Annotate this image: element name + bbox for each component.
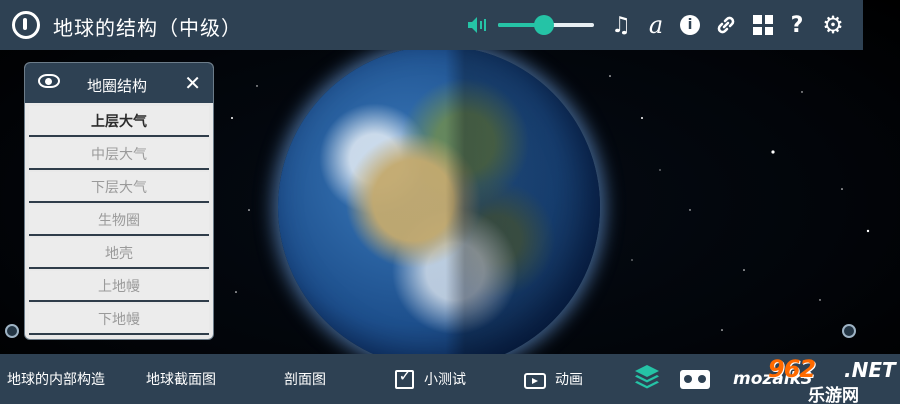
close-icon[interactable]: ✕: [184, 71, 201, 95]
layer-item-crust[interactable]: 地壳: [29, 238, 209, 269]
quiz-label: 小测试: [424, 372, 466, 388]
volume-slider[interactable]: [498, 15, 594, 35]
quiz-check-icon: [393, 366, 415, 390]
top-toolbar: 地球的结构（中级） ♫ a i ? ⚙: [0, 0, 863, 50]
info-glyph: i: [680, 15, 700, 35]
layer-panel: 地圈结构 ✕ 上层大气 中层大气 下层大气 生物圈 地壳 上地幔 下地幔: [24, 62, 214, 340]
info-icon[interactable]: i: [677, 12, 703, 38]
vr-goggles-icon[interactable]: [680, 370, 710, 389]
earth-terminator-shade: [278, 46, 600, 368]
power-icon[interactable]: [12, 11, 40, 39]
eye-icon[interactable]: [38, 74, 60, 88]
layer-list: 上层大气 中层大气 下层大气 生物圈 地壳 上地幔 下地幔: [29, 106, 209, 337]
nav-internal-structure[interactable]: 地球的内部构造: [7, 354, 105, 404]
volume-icon[interactable]: [465, 12, 491, 38]
quiz-button[interactable]: 小测试: [393, 354, 466, 404]
nav-cross-section[interactable]: 地球截面图: [146, 354, 216, 404]
animation-label: 动画: [555, 372, 583, 388]
layer-item-middle-atmosphere[interactable]: 中层大气: [29, 139, 209, 170]
help-icon[interactable]: ?: [784, 12, 810, 38]
layer-panel-header: 地圈结构 ✕: [25, 63, 213, 103]
nav-profile[interactable]: 剖面图: [284, 354, 326, 404]
layer-item-lower-mantle[interactable]: 下地幔: [29, 304, 209, 335]
bottom-toolbar: 地球的内部构造 地球截面图 剖面图 小测试 动画 mozaik3: [0, 354, 900, 404]
animation-button[interactable]: 动画: [524, 354, 583, 404]
layer-item-lower-atmosphere[interactable]: 下层大气: [29, 172, 209, 203]
layer-item-upper-mantle[interactable]: 上地幔: [29, 271, 209, 302]
right-edge-handle[interactable]: [842, 324, 856, 338]
gear-icon[interactable]: ⚙: [820, 11, 846, 39]
layer-item-biosphere[interactable]: 生物圈: [29, 205, 209, 236]
app-title: 地球的结构（中级）: [53, 16, 242, 40]
brand-logo: mozaik3: [733, 369, 813, 389]
tv-icon: [524, 368, 546, 390]
layer-item-upper-atmosphere[interactable]: 上层大气: [29, 106, 209, 137]
volume-slider-handle[interactable]: [534, 15, 555, 35]
layers-icon[interactable]: [633, 363, 661, 391]
music-icon[interactable]: ♫: [608, 12, 634, 38]
font-icon[interactable]: a: [643, 11, 669, 39]
left-edge-handle[interactable]: [5, 324, 19, 338]
layer-panel-title: 地圈结构: [87, 77, 148, 95]
grid-icon[interactable]: [750, 12, 776, 38]
link-icon[interactable]: [713, 12, 739, 38]
